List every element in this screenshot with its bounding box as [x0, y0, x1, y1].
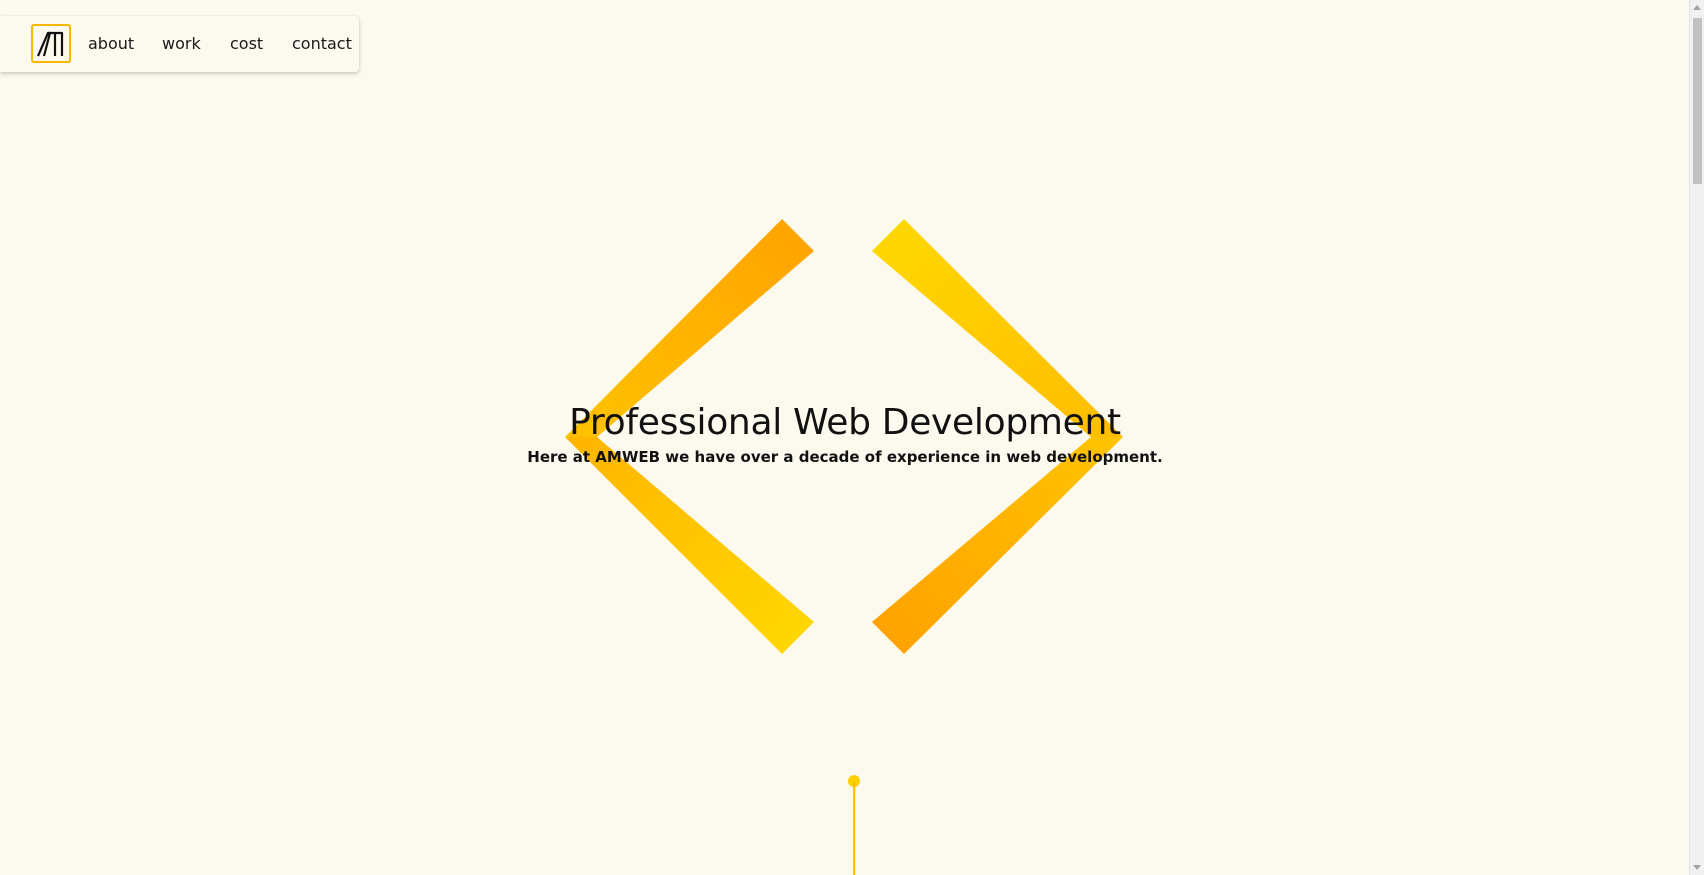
- page: about work cost contact Professional Web…: [0, 0, 1704, 875]
- right-bracket-lower-arm: [872, 437, 1123, 654]
- vertical-scrollbar[interactable]: [1689, 0, 1704, 875]
- left-bracket-lower-arm: [565, 437, 814, 654]
- scroll-up-arrow-icon[interactable]: [1693, 5, 1701, 10]
- hero-title: Professional Web Development: [569, 402, 1121, 443]
- scroll-down-indicator-icon[interactable]: [847, 775, 861, 875]
- scrollbar-thumb[interactable]: [1693, 18, 1702, 184]
- scroll-down-arrow-icon[interactable]: [1693, 865, 1701, 870]
- hero-subtitle: Here at AMWEB we have over a decade of e…: [527, 448, 1163, 466]
